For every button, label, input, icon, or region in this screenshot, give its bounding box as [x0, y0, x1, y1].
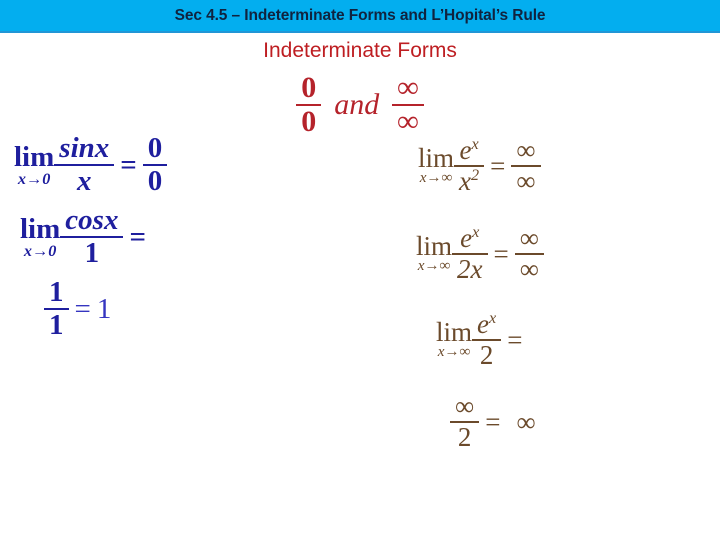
result-value: 1 — [96, 292, 112, 325]
denominator: ∞ — [519, 254, 539, 284]
denominator: 1 — [49, 309, 64, 341]
denominator: x2 — [454, 167, 484, 196]
section-subtitle: Indeterminate Forms — [263, 39, 457, 62]
denominator-base: x — [459, 166, 471, 196]
expression-lim-ex-over-2x: lim x→∞ ex 2x = ∞ ∞ — [416, 224, 708, 284]
page-title: Sec 4.5 – Indeterminate Forms and L’Hopi… — [174, 6, 546, 24]
numerator: ∞ — [516, 135, 536, 165]
limit-operator: lim x→∞ — [418, 145, 454, 186]
expression-lim-sinx-over-x: lim x→0 sinx x = 0 0 — [14, 133, 268, 197]
equals-sign: = — [493, 238, 509, 269]
expression-lim-ex-over-x2: lim x→∞ ex x2 = ∞ ∞ — [418, 136, 708, 196]
limit-subscript: x→∞ — [419, 170, 453, 187]
limit-subscript: x→0 — [23, 241, 57, 260]
fraction-infinity-over-infinity-result: ∞ ∞ — [514, 223, 544, 284]
fraction-infinity-over-2: ∞ 2 — [450, 391, 480, 452]
numerator: 0 — [301, 71, 317, 104]
denominator: ∞ — [397, 105, 419, 138]
equals-sign: = — [485, 406, 501, 437]
limit-subscript: x→∞ — [417, 258, 451, 275]
fraction-one-over-one: 1 1 — [44, 277, 69, 341]
numerator-base: e — [460, 223, 473, 253]
denominator: ∞ — [516, 166, 536, 196]
equals-sign: = — [129, 220, 146, 253]
limit-label: lim — [436, 317, 473, 348]
numerator: sinx — [59, 132, 110, 164]
equals-sign: = — [507, 324, 523, 355]
fraction-infinity-over-infinity-result: ∞ ∞ — [511, 135, 541, 196]
limit-label: lim — [416, 231, 453, 262]
result-value: ∞ — [516, 406, 536, 437]
numerator-base: e — [477, 309, 489, 339]
expression-infinity-over-2-equals-infinity: ∞ 2 = ∞ — [450, 392, 708, 452]
numerator: ex — [455, 224, 484, 253]
limit-subscript: x→∞ — [437, 344, 471, 361]
limit-operator: lim x→∞ — [436, 319, 472, 360]
numerator: ex — [454, 136, 483, 165]
limit-label: lim — [20, 212, 61, 245]
fraction-ex-over-2x: ex 2x — [452, 224, 488, 284]
denominator: 2x — [457, 254, 483, 284]
equals-sign: = — [74, 292, 91, 325]
denominator: 1 — [84, 237, 100, 269]
indeterminate-forms-expression: 0 0 and ∞ ∞ — [296, 71, 424, 138]
numerator: ∞ — [397, 71, 419, 104]
numerator: ∞ — [455, 391, 475, 421]
slide-title-bar: Sec 4.5 – Indeterminate Forms and L’Hopi… — [0, 0, 720, 33]
limit-label: lim — [418, 143, 455, 174]
limit-operator: lim x→∞ — [416, 233, 452, 274]
limit-operator: lim x→0 — [20, 212, 61, 260]
numerator-exponent: x — [472, 223, 480, 241]
denominator: 2 — [457, 422, 472, 452]
fraction-zero-over-zero-result: 0 0 — [142, 132, 168, 197]
numerator: 0 — [147, 132, 163, 164]
equals-sign: = — [120, 148, 137, 181]
denominator: 0 — [147, 165, 163, 197]
expression-lim-ex-over-2: lim x→∞ ex 2 = — [436, 310, 708, 370]
expression-one-over-one-equals-one: 1 1 = 1 — [44, 277, 268, 341]
indeterminate-forms-row: 0 0 and ∞ ∞ — [0, 72, 720, 138]
numerator-exponent: x — [471, 135, 479, 153]
limit-operator: lim x→0 — [14, 140, 55, 188]
numerator: cosx — [65, 204, 119, 236]
equals-sign: = — [490, 150, 506, 181]
denominator: x — [77, 165, 92, 197]
fraction-zero-over-zero: 0 0 — [296, 71, 322, 138]
right-derivation-column: lim x→∞ ex x2 = ∞ ∞ lim x→∞ ex 2x = ∞ ∞ … — [408, 136, 708, 452]
left-derivation-column: lim x→0 sinx x = 0 0 lim x→0 cosx 1 = 1 — [8, 133, 268, 341]
fraction-infinity-over-infinity: ∞ ∞ — [392, 71, 424, 138]
denominator: 0 — [301, 105, 317, 138]
numerator-exponent: x — [489, 309, 497, 327]
limit-subscript: x→0 — [17, 169, 51, 188]
denominator-exponent: 2 — [471, 166, 480, 184]
fraction-ex-over-x2: ex x2 — [454, 136, 485, 196]
denominator: 2 — [479, 340, 494, 370]
expression-lim-cosx-over-one: lim x→0 cosx 1 = — [20, 205, 268, 269]
fraction-cosx-over-one: cosx 1 — [60, 204, 124, 269]
numerator: ∞ — [519, 223, 539, 253]
fraction-sinx-over-x: sinx x — [54, 132, 115, 197]
numerator: ex — [472, 310, 501, 339]
limit-label: lim — [14, 140, 55, 173]
fraction-ex-over-2: ex 2 — [472, 310, 502, 370]
conjunction-and: and — [334, 88, 380, 121]
numerator: 1 — [49, 276, 64, 308]
numerator-base: e — [459, 135, 472, 165]
